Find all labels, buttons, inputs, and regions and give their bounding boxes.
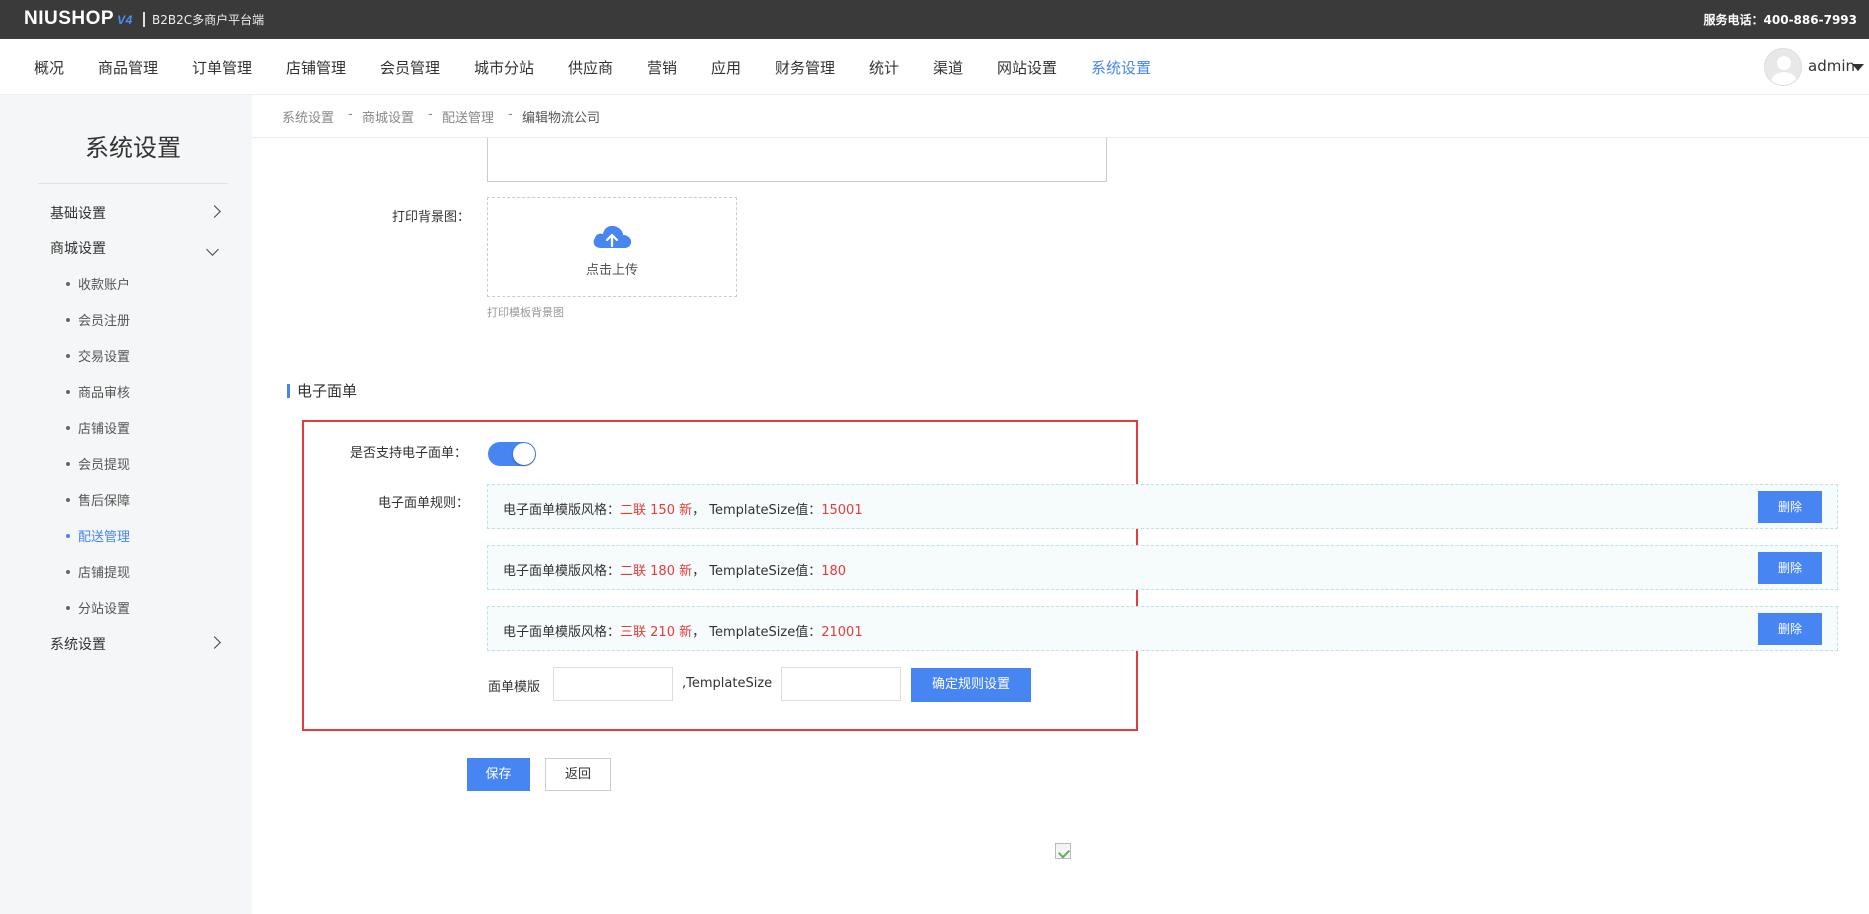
cloud-upload-icon: [593, 225, 632, 248]
breadcrumb-current: 编辑物流公司: [522, 111, 601, 126]
sidebar-item-member-registration[interactable]: 会员注册: [66, 310, 130, 329]
rule-text: 电子面单模版风格：二联 180 新， TemplateSize值：180: [503, 564, 847, 579]
main-nav: 概况 商品管理 订单管理 店铺管理 会员管理 城市分站 供应商 营销 应用 财务…: [0, 39, 1869, 95]
bullet-icon: [66, 389, 70, 394]
upload-text: 点击上传: [585, 263, 638, 278]
nav-item-suppliers[interactable]: 供应商: [568, 57, 613, 78]
section-title-bar: [287, 384, 290, 398]
sidebar-item-branch-settings[interactable]: 分站设置: [66, 598, 130, 617]
upload-hint: 打印模板背景图: [487, 306, 564, 319]
nav-item-marketing[interactable]: 营销: [647, 57, 677, 78]
sidebar-item-delivery[interactable]: 配送管理: [66, 526, 130, 545]
chevron-right-icon[interactable]: [208, 636, 221, 649]
nav-item-system-settings[interactable]: 系统设置: [1091, 57, 1151, 78]
textarea-field[interactable]: [487, 138, 1107, 182]
rule-row: 电子面单模版风格：二联 180 新， TemplateSize值：180 删除: [487, 545, 1838, 590]
templatesize-input[interactable]: [781, 667, 901, 701]
sidebar-group-mall[interactable]: 商城设置: [50, 238, 106, 258]
sidebar-group-basic[interactable]: 基础设置: [50, 203, 106, 223]
sidebar-item-shop-withdrawal[interactable]: 店铺提现: [66, 562, 130, 581]
sidebar-title: 系统设置: [85, 134, 181, 162]
sidebar-divider: [38, 183, 228, 184]
breadcrumb-separator: -: [508, 107, 513, 122]
delete-button[interactable]: 删除: [1758, 613, 1822, 645]
print-bg-label: 打印背景图：: [392, 210, 471, 225]
chevron-right-icon[interactable]: [208, 205, 221, 218]
delete-button[interactable]: 删除: [1758, 491, 1822, 523]
nav-item-shops[interactable]: 店铺管理: [286, 57, 346, 78]
eorder-support-label: 是否支持电子面单：: [350, 446, 468, 461]
user-name[interactable]: admin: [1808, 57, 1855, 75]
bullet-icon: [66, 281, 70, 286]
bullet-icon: [66, 317, 70, 322]
broken-image-icon: [1055, 843, 1071, 859]
logo-divider: [143, 12, 145, 27]
bullet-icon: [66, 605, 70, 610]
logo[interactable]: NIUSHOP V4: [24, 8, 133, 30]
bullet-icon: [66, 533, 70, 538]
nav-item-overview[interactable]: 概况: [34, 57, 64, 78]
template-label: 面单模版: [488, 680, 541, 695]
sidebar-item-member-withdrawal[interactable]: 会员提现: [66, 454, 130, 473]
section-title: 电子面单: [297, 382, 358, 400]
sidebar: 系统设置 基础设置 商城设置 收款账户 会员注册 交易设置 商品审核 店铺设置 …: [0, 95, 252, 914]
templatesize-label: ,TemplateSize: [682, 676, 773, 691]
rule-text: 电子面单模版风格：三联 210 新， TemplateSize值：21001: [503, 625, 863, 640]
bullet-icon: [66, 461, 70, 466]
nav-item-orders[interactable]: 订单管理: [192, 57, 252, 78]
bullet-icon: [66, 353, 70, 358]
eorder-rules-label: 电子面单规则：: [378, 496, 470, 511]
nav-item-apps[interactable]: 应用: [711, 57, 741, 78]
rule-row: 电子面单模版风格：三联 210 新， TemplateSize值：21001 删…: [487, 606, 1838, 651]
eorder-support-toggle[interactable]: [488, 442, 536, 466]
nav-item-stats[interactable]: 统计: [869, 57, 899, 78]
save-button[interactable]: 保存: [467, 758, 530, 791]
breadcrumb: 系统设置 - 商城设置 - 配送管理 - 编辑物流公司: [252, 95, 1869, 138]
bullet-icon: [66, 569, 70, 574]
breadcrumb-separator: -: [428, 107, 433, 122]
rule-text: 电子面单模版风格：二联 150 新， TemplateSize值：15001: [503, 503, 863, 518]
nav-item-goods[interactable]: 商品管理: [98, 57, 158, 78]
main-content: 打印背景图： 点击上传 打印模板背景图 电子面单 是否支持电子面单： 电子面单规…: [252, 138, 1869, 914]
bullet-icon: [66, 497, 70, 502]
breadcrumb-separator: -: [348, 107, 353, 122]
back-button[interactable]: 返回: [545, 758, 611, 791]
rule-row: 电子面单模版风格：二联 150 新， TemplateSize值：15001 删…: [487, 484, 1838, 529]
confirm-rule-button[interactable]: 确定规则设置: [911, 668, 1031, 702]
sidebar-item-goods-review[interactable]: 商品审核: [66, 382, 130, 401]
chevron-down-icon[interactable]: [206, 243, 219, 256]
nav-item-city-sites[interactable]: 城市分站: [474, 57, 534, 78]
service-phone: 服务电话：400-886-7993: [1703, 13, 1857, 27]
sidebar-item-after-sales[interactable]: 售后保障: [66, 490, 130, 509]
delete-button[interactable]: 删除: [1758, 552, 1822, 584]
upload-area[interactable]: 点击上传: [487, 197, 737, 297]
user-avatar[interactable]: [1764, 48, 1802, 86]
sidebar-item-trade-settings[interactable]: 交易设置: [66, 346, 130, 365]
nav-item-members[interactable]: 会员管理: [380, 57, 440, 78]
breadcrumb-mall-settings[interactable]: 商城设置: [362, 107, 414, 126]
nav-item-site-settings[interactable]: 网站设置: [997, 57, 1057, 78]
bullet-icon: [66, 425, 70, 430]
sidebar-item-payment-accounts[interactable]: 收款账户: [66, 274, 130, 293]
platform-subtitle: B2B2C多商户平台端: [152, 13, 265, 27]
template-input[interactable]: [553, 667, 673, 701]
sidebar-item-shop-settings[interactable]: 店铺设置: [66, 418, 130, 437]
breadcrumb-system-settings[interactable]: 系统设置: [282, 107, 334, 126]
chevron-down-icon[interactable]: [1852, 64, 1864, 71]
nav-item-finance[interactable]: 财务管理: [775, 57, 835, 78]
top-bar: NIUSHOP V4 B2B2C多商户平台端 服务电话：400-886-7993: [0, 0, 1869, 39]
nav-item-channels[interactable]: 渠道: [933, 57, 963, 78]
breadcrumb-delivery[interactable]: 配送管理: [442, 107, 494, 126]
toggle-knob: [513, 443, 535, 465]
sidebar-group-system[interactable]: 系统设置: [50, 634, 106, 654]
